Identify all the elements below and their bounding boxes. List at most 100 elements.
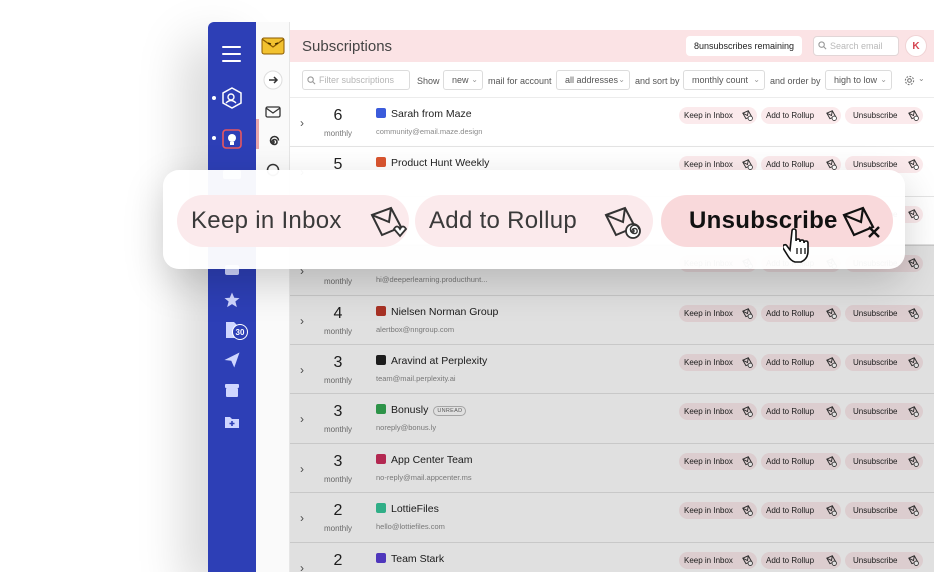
rollup-label: Add to Rollup bbox=[766, 407, 815, 417]
mail-icon[interactable] bbox=[263, 102, 283, 122]
add-to-rollup-button[interactable]: Add to Rollup bbox=[761, 551, 841, 569]
menu-icon[interactable] bbox=[222, 46, 241, 67]
mail-account-label: mail for account bbox=[488, 76, 552, 86]
monthly-count: 3 bbox=[333, 403, 343, 421]
envelope-heart-icon bbox=[742, 159, 753, 171]
unsubscribe-button[interactable]: Unsubscribe bbox=[845, 353, 923, 371]
keep-in-inbox-big-button[interactable]: Keep in Inbox bbox=[177, 195, 409, 247]
unsubscribe-button[interactable]: Unsubscribe bbox=[845, 551, 923, 569]
chevron-down-icon[interactable]: ⌄ bbox=[918, 74, 925, 83]
sender-logo-icon bbox=[376, 552, 386, 563]
avatar[interactable]: K bbox=[905, 35, 927, 57]
sender-email: community@email.maze.design bbox=[376, 127, 483, 136]
add-to-rollup-button[interactable]: Add to Rollup bbox=[761, 353, 841, 371]
filter-bar: Filter subscriptions Show new ⌄ mail for … bbox=[290, 62, 934, 98]
remaining-badge: 8unsubscribes remaining bbox=[686, 36, 803, 56]
sender-name-text: Sarah from Maze bbox=[391, 108, 472, 120]
table-row[interactable]: › 2 monthly LottieFiles hello@lottiefile… bbox=[290, 493, 934, 543]
search-icon bbox=[307, 76, 316, 85]
chevron-right-icon[interactable]: › bbox=[300, 363, 304, 377]
unsubscribe-label: Unsubscribe bbox=[853, 407, 898, 417]
table-row[interactable]: › 3 monthly Aravind at Perplexity team@m… bbox=[290, 344, 934, 395]
show-select[interactable]: new ⌄ bbox=[443, 70, 483, 90]
unsubscribe-button[interactable]: Unsubscribe bbox=[845, 452, 923, 470]
chevron-down-icon: ⌄ bbox=[880, 75, 887, 84]
table-row[interactable]: › 2 Team Stark Keep in Inbox Add to Roll… bbox=[290, 542, 934, 572]
expand-arrow-icon[interactable] bbox=[263, 70, 283, 90]
star-icon[interactable] bbox=[220, 288, 244, 312]
add-to-rollup-button[interactable]: Add to Rollup bbox=[761, 304, 841, 322]
keep-label: Keep in Inbox bbox=[684, 357, 733, 367]
table-row[interactable]: › 6 monthly Sarah from Maze community@em… bbox=[290, 98, 934, 148]
keep-in-inbox-button[interactable]: Keep in Inbox bbox=[679, 353, 757, 371]
account-select[interactable]: all addresses ⌄ bbox=[556, 70, 630, 90]
envelope-x-icon bbox=[908, 554, 919, 566]
envelope-heart-icon bbox=[742, 307, 753, 319]
envelope-x-icon bbox=[908, 505, 919, 516]
unsubscribe-button[interactable]: Unsubscribe bbox=[845, 502, 923, 520]
keep-label: Keep in Inbox bbox=[684, 407, 733, 417]
chevron-right-icon[interactable]: › bbox=[300, 462, 304, 476]
table-row[interactable]: › 4 monthly Nielsen Norman Group alertbo… bbox=[290, 295, 934, 345]
sender-name: Sarah from Maze bbox=[376, 108, 472, 120]
people-icon[interactable] bbox=[220, 86, 244, 110]
keep-in-inbox-button[interactable]: Keep in Inbox bbox=[679, 452, 757, 470]
keep-in-inbox-button[interactable]: Keep in Inbox bbox=[679, 551, 757, 569]
sender-logo-icon bbox=[376, 108, 386, 118]
add-to-rollup-big-button[interactable]: Add to Rollup bbox=[415, 195, 653, 247]
sender-email: noreply@bonus.ly bbox=[376, 423, 437, 433]
sender-name: App Center Team bbox=[376, 453, 473, 466]
unsubscribe-big-button[interactable]: Unsubscribe bbox=[661, 195, 893, 247]
add-folder-icon[interactable] bbox=[220, 410, 244, 434]
monthly-count: 2 bbox=[333, 502, 343, 520]
chevron-right-icon[interactable]: › bbox=[300, 511, 304, 525]
keep-in-inbox-button[interactable]: Keep in Inbox bbox=[679, 107, 757, 124]
archive-icon[interactable] bbox=[220, 378, 244, 402]
keep-in-inbox-button[interactable]: Keep in Inbox bbox=[679, 403, 757, 421]
count-period: monthly bbox=[323, 474, 352, 484]
sort-value: monthly count bbox=[692, 75, 749, 85]
keep-in-inbox-button[interactable]: Keep in Inbox bbox=[679, 304, 757, 322]
chevron-right-icon[interactable]: › bbox=[300, 116, 304, 130]
keep-in-inbox-button[interactable]: Keep in Inbox bbox=[679, 502, 757, 520]
rollup-label: Add to Rollup bbox=[766, 111, 815, 120]
unsubscribe-button[interactable]: Unsubscribe bbox=[845, 304, 923, 322]
envelope-heart-icon bbox=[742, 406, 753, 418]
spiral-icon[interactable] bbox=[263, 132, 283, 152]
table-row[interactable]: › 3 monthly App Center Team no-reply@mai… bbox=[290, 443, 934, 494]
order-select[interactable]: high to low ⌄ bbox=[825, 70, 892, 90]
envelope-heart-icon bbox=[370, 206, 407, 238]
chevron-right-icon[interactable]: › bbox=[300, 561, 304, 572]
add-to-rollup-button[interactable]: Add to Rollup bbox=[761, 107, 841, 124]
envelope-heart-icon bbox=[742, 357, 753, 368]
envelope-x-icon bbox=[908, 258, 919, 270]
unsubscribe-button[interactable]: Unsubscribe bbox=[845, 107, 923, 124]
add-to-rollup-button[interactable]: Add to Rollup bbox=[761, 502, 841, 520]
count-period: monthly bbox=[323, 277, 352, 287]
add-to-rollup-button[interactable]: Add to Rollup bbox=[761, 403, 841, 421]
table-row[interactable]: › 3 monthly Bonusly UNREAD noreply@bonus.… bbox=[290, 394, 934, 444]
sender-email: team@mail.perplexity.ai bbox=[376, 373, 456, 383]
filter-subscriptions-input[interactable]: Filter subscriptions bbox=[302, 70, 410, 90]
add-to-rollup-button[interactable]: Add to Rollup bbox=[761, 452, 841, 470]
search-email-input[interactable]: Search email bbox=[813, 36, 899, 56]
envelope-x-icon bbox=[908, 110, 919, 121]
rollup-label: Add to Rollup bbox=[766, 160, 815, 170]
envelope-spiral-icon bbox=[826, 505, 837, 516]
keep-label: Keep in Inbox bbox=[684, 555, 733, 565]
chevron-down-icon: ⌄ bbox=[753, 75, 760, 84]
secondary-sidebar bbox=[256, 22, 290, 572]
lightbulb-icon[interactable] bbox=[220, 127, 244, 151]
chevron-right-icon[interactable]: › bbox=[300, 412, 304, 426]
sort-select[interactable]: monthly count ⌄ bbox=[683, 70, 765, 90]
gear-icon[interactable] bbox=[904, 75, 915, 86]
rollup-label: Add to Rollup bbox=[766, 456, 815, 466]
order-value: high to low bbox=[834, 75, 878, 85]
sender-name: LottieFiles bbox=[376, 503, 439, 515]
send-icon[interactable] bbox=[220, 348, 244, 372]
envelope-x-icon bbox=[908, 208, 919, 220]
page-title: Subscriptions bbox=[302, 38, 393, 55]
unsubscribe-label: Unsubscribe bbox=[853, 456, 898, 466]
unsubscribe-button[interactable]: Unsubscribe bbox=[845, 403, 923, 421]
chevron-right-icon[interactable]: › bbox=[300, 314, 304, 328]
